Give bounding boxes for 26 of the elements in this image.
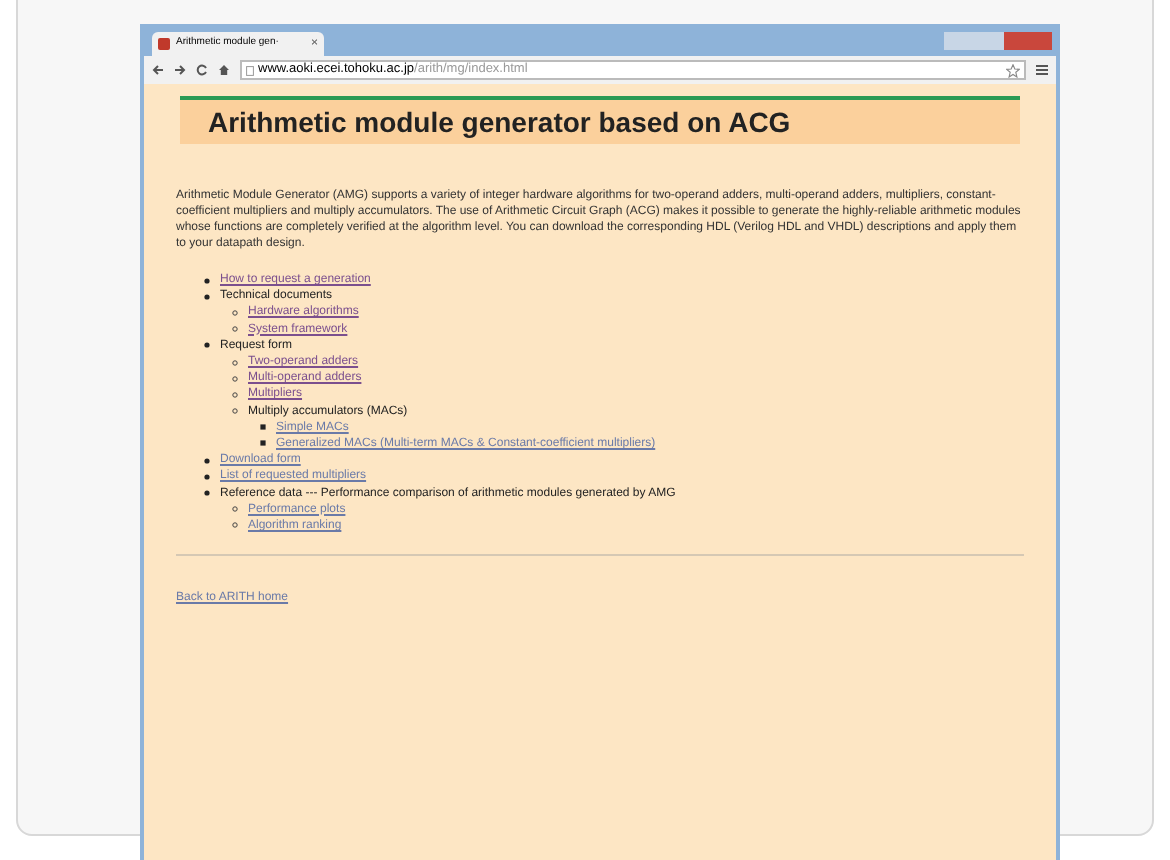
bullet-icon xyxy=(204,293,210,300)
bullet-icon xyxy=(204,277,210,284)
bullet-icon xyxy=(204,490,210,497)
bullet-icon xyxy=(260,424,266,431)
bullet-icon xyxy=(232,309,238,316)
menu-icon[interactable] xyxy=(1036,64,1048,76)
bullet-icon xyxy=(260,440,266,447)
bullet-icon xyxy=(232,408,238,415)
forward-icon[interactable] xyxy=(174,64,186,76)
bullet-icon xyxy=(204,342,210,349)
favicon-icon xyxy=(158,38,170,50)
page-heading: Arithmetic module generator based on ACG xyxy=(208,103,791,142)
page-icon xyxy=(246,65,254,75)
bullet-icon xyxy=(232,391,238,398)
home-icon[interactable] xyxy=(218,64,230,76)
reload-icon[interactable] xyxy=(196,64,208,76)
back-icon[interactable] xyxy=(152,64,164,76)
bullet-icon xyxy=(232,359,238,366)
star-icon[interactable] xyxy=(1006,63,1020,77)
bullet-icon xyxy=(232,326,238,333)
bullet-icon xyxy=(232,506,238,513)
bullet-icon xyxy=(232,375,238,382)
window-controls[interactable] xyxy=(944,32,1052,50)
bullet-icon xyxy=(232,522,238,529)
bullet-icon xyxy=(204,473,210,480)
bullet-icon xyxy=(204,457,210,464)
